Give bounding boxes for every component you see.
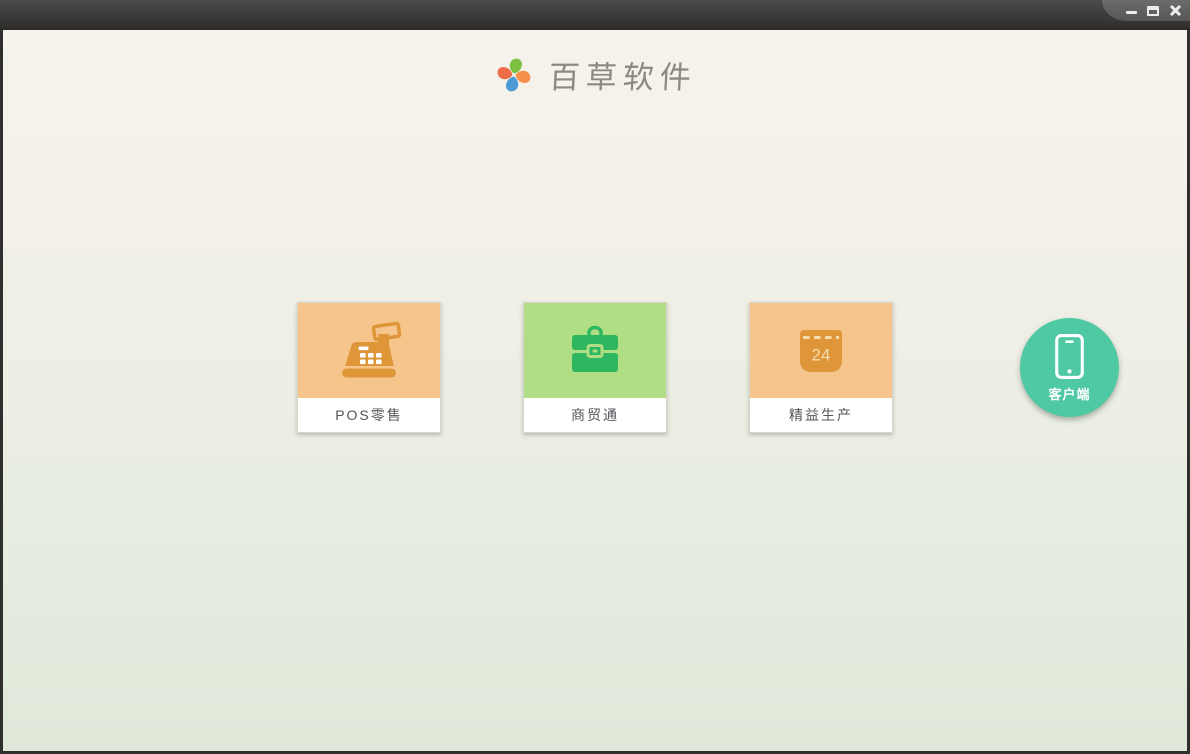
pinwheel-logo-icon — [497, 58, 530, 91]
card-color-area: 24 — [750, 303, 892, 398]
minimize-icon — [1125, 11, 1137, 14]
product-card-lean[interactable]: 24 精益生产 — [749, 302, 893, 433]
main-content: 百草软件 POS零售 商贸通 24 精益生产 客户端 — [0, 30, 1190, 754]
smartphone-icon — [1055, 334, 1084, 379]
client-button-label: 客户端 — [1048, 387, 1091, 402]
close-icon — [1169, 4, 1182, 17]
product-card-pos[interactable]: POS零售 — [297, 302, 441, 433]
product-label: POS零售 — [298, 398, 440, 432]
close-button[interactable] — [1168, 3, 1182, 18]
calendar-day: 24 — [812, 345, 831, 364]
card-color-area — [524, 303, 666, 398]
app-title: 百草软件 — [547, 60, 698, 96]
cash-register-icon — [342, 321, 402, 377]
minimize-button[interactable] — [1124, 3, 1138, 18]
app-window: { "window": { "controls": [ { "name": "m… — [0, 0, 1190, 754]
briefcase-icon — [572, 325, 618, 372]
card-color-area — [298, 303, 440, 398]
product-label: 商贸通 — [524, 398, 666, 432]
window-controls — [1102, 0, 1190, 21]
maximize-icon — [1147, 5, 1159, 16]
client-button[interactable]: 客户端 — [1020, 318, 1119, 417]
calendar-icon: 24 — [800, 329, 842, 372]
header: 百草软件 — [3, 52, 1187, 97]
product-card-trade[interactable]: 商贸通 — [523, 302, 667, 433]
titlebar[interactable] — [0, 0, 1190, 30]
maximize-button[interactable] — [1146, 3, 1160, 18]
product-label: 精益生产 — [750, 398, 892, 432]
